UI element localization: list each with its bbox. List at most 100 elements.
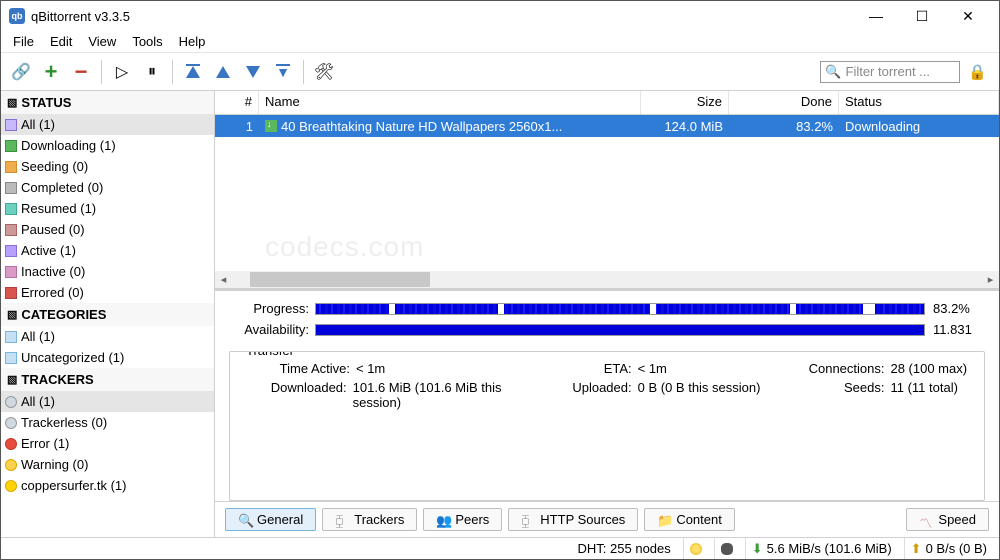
cell-status: Downloading — [839, 117, 999, 136]
status-upload[interactable]: ⬆0 B/s (0 B) — [904, 538, 993, 559]
tab-trackers[interactable]: ⧮Trackers — [322, 508, 417, 531]
toolbar: 🔗 + − ▷ ⏸ 🛠 🔍 Filter torrent ... 🔒 — [1, 53, 999, 91]
add-torrent-icon[interactable]: + — [37, 58, 65, 86]
move-up-icon[interactable] — [209, 58, 237, 86]
filter-input[interactable]: 🔍 Filter torrent ... — [820, 61, 960, 83]
peers-icon: 👥 — [436, 513, 450, 527]
sidebar-item-paused[interactable]: Paused (0) — [1, 219, 214, 240]
watermark: codecs.com — [265, 231, 424, 263]
sidebar-item-errored[interactable]: Errored (0) — [1, 282, 214, 303]
add-link-icon[interactable]: 🔗 — [7, 58, 35, 86]
uploaded-key: Uploaded: — [548, 380, 638, 410]
cell-name: 40 Breathtaking Nature HD Wallpapers 256… — [259, 117, 641, 136]
detail-tabs: 🔍General ⧮Trackers 👥Peers ⧮HTTP Sources … — [215, 501, 999, 537]
menu-file[interactable]: File — [5, 32, 42, 51]
tab-general[interactable]: 🔍General — [225, 508, 316, 531]
sidebar-item-trackerless[interactable]: Trackerless (0) — [1, 412, 214, 433]
sidebar-item-trk-coppersurfer[interactable]: coppersurfer.tk (1) — [1, 475, 214, 496]
minimize-button[interactable]: — — [853, 1, 899, 31]
chevron-down-icon: ▧ — [7, 373, 17, 386]
settings-icon[interactable]: 🛠 — [310, 58, 338, 86]
progress-value: 83.2% — [925, 301, 985, 316]
tracker-icon — [5, 417, 17, 429]
status-globe[interactable] — [683, 538, 708, 559]
availability-value: 11.831 — [925, 322, 985, 337]
sidebar-item-trk-warning[interactable]: Warning (0) — [1, 454, 214, 475]
sidebar-item-all[interactable]: All (1) — [1, 114, 214, 135]
error-icon — [5, 438, 17, 450]
lock-icon[interactable]: 🔒 — [968, 63, 987, 81]
transfer-group: Transfer Time Active:< 1m ETA:< 1m Conne… — [229, 351, 985, 501]
scroll-left-icon[interactable]: ◂ — [215, 273, 232, 286]
filter-placeholder: Filter torrent ... — [846, 64, 931, 79]
tab-content[interactable]: 📁Content — [644, 508, 735, 531]
sidebar-item-downloading[interactable]: Downloading (1) — [1, 135, 214, 156]
connections-val: 28 (100 max) — [890, 361, 967, 376]
http-icon: ⧮ — [521, 513, 535, 527]
sidebar-item-cat-all[interactable]: All (1) — [1, 326, 214, 347]
sidebar-item-seeding[interactable]: Seeding (0) — [1, 156, 214, 177]
chevron-down-icon: ▧ — [7, 96, 17, 109]
sidebar-item-active[interactable]: Active (1) — [1, 240, 214, 261]
sidebar-item-completed[interactable]: Completed (0) — [1, 177, 214, 198]
sidebar-item-inactive[interactable]: Inactive (0) — [1, 261, 214, 282]
inactive-icon — [5, 266, 17, 278]
turtle-icon — [721, 543, 733, 555]
progress-label: Progress: — [229, 301, 315, 316]
titlebar: qb qBittorrent v3.3.5 — ☐ ✕ — [1, 1, 999, 31]
categories-heading[interactable]: ▧CATEGORIES — [1, 303, 214, 326]
move-top-icon[interactable] — [179, 58, 207, 86]
app-icon: qb — [9, 8, 25, 24]
eta-key: ETA: — [548, 361, 638, 376]
menu-help[interactable]: Help — [171, 32, 214, 51]
progress-bar — [315, 303, 925, 315]
downloaded-val: 101.6 MiB (101.6 MiB this session) — [353, 380, 548, 410]
uploaded-val: 0 B (0 B this session) — [638, 380, 761, 410]
resume-icon[interactable]: ▷ — [108, 58, 136, 86]
menu-view[interactable]: View — [80, 32, 124, 51]
details-panel: Progress: 83.2% Availability: 11.831 Tra… — [215, 291, 999, 537]
move-down-icon[interactable] — [239, 58, 267, 86]
pause-icon[interactable]: ⏸ — [138, 58, 166, 86]
tab-peers[interactable]: 👥Peers — [423, 508, 502, 531]
col-size[interactable]: Size — [641, 91, 729, 114]
sidebar-item-resumed[interactable]: Resumed (1) — [1, 198, 214, 219]
up-arrow-icon: ⬆ — [911, 541, 922, 557]
active-icon — [5, 245, 17, 257]
separator — [303, 60, 304, 84]
close-button[interactable]: ✕ — [945, 1, 991, 31]
search-icon: 🔍 — [825, 64, 841, 80]
tracker-icon — [5, 396, 17, 408]
seeds-val: 11 (11 total) — [890, 380, 957, 410]
trackers-heading[interactable]: ▧TRACKERS — [1, 368, 214, 391]
folder-icon — [5, 352, 17, 364]
status-download[interactable]: ⬇5.6 MiB/s (101.6 MiB) — [745, 538, 898, 559]
sidebar-item-trk-all[interactable]: All (1) — [1, 391, 214, 412]
table-row[interactable]: 1 40 Breathtaking Nature HD Wallpapers 2… — [215, 115, 999, 137]
menu-tools[interactable]: Tools — [124, 32, 170, 51]
general-icon: 🔍 — [238, 513, 252, 527]
completed-icon — [5, 182, 17, 194]
cell-size: 124.0 MiB — [641, 117, 729, 136]
transfer-legend: Transfer — [242, 351, 298, 358]
col-name[interactable]: Name — [259, 91, 641, 114]
status-limits[interactable] — [714, 538, 739, 559]
maximize-button[interactable]: ☐ — [899, 1, 945, 31]
col-status[interactable]: Status — [839, 91, 999, 114]
col-number[interactable]: # — [215, 91, 259, 114]
sidebar-item-trk-error[interactable]: Error (1) — [1, 433, 214, 454]
remove-torrent-icon[interactable]: − — [67, 58, 95, 86]
globe-icon — [690, 543, 702, 555]
sidebar-item-cat-uncat[interactable]: Uncategorized (1) — [1, 347, 214, 368]
scroll-right-icon[interactable]: ▸ — [982, 273, 999, 286]
menu-edit[interactable]: Edit — [42, 32, 80, 51]
move-bottom-icon[interactable] — [269, 58, 297, 86]
status-dht: DHT: 255 nodes — [572, 538, 677, 559]
tab-http-sources[interactable]: ⧮HTTP Sources — [508, 508, 638, 531]
status-heading[interactable]: ▧STATUS — [1, 91, 214, 114]
cell-done: 83.2% — [729, 117, 839, 136]
scroll-thumb[interactable] — [250, 272, 430, 287]
tab-speed[interactable]: 〽Speed — [906, 508, 989, 531]
horizontal-scrollbar[interactable]: ◂ ▸ — [215, 271, 999, 288]
col-done[interactable]: Done — [729, 91, 839, 114]
